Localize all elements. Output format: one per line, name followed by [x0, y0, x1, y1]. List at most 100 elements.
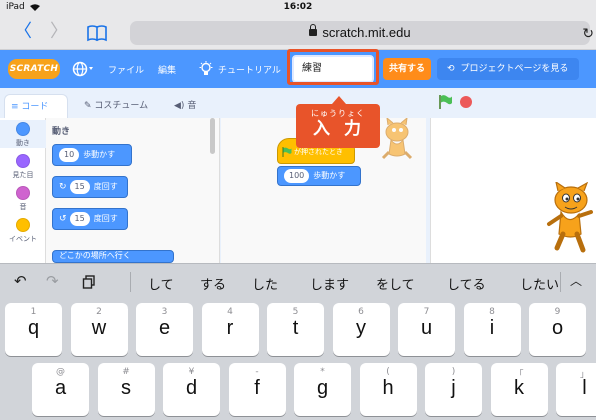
key-hint: (	[386, 367, 390, 377]
refresh-arrows-icon: ⟲	[447, 64, 455, 74]
see-project-page-button[interactable]: ⟲ プロジェクトページを見る	[437, 58, 579, 80]
key-hint: ¥	[188, 367, 195, 377]
sprite-thumbnail-icon	[381, 118, 413, 160]
key-char: k	[514, 377, 524, 399]
turn-left-block[interactable]: ↺ 15 度回す	[52, 208, 128, 230]
address-bar[interactable]: scratch.mit.edu ↻	[130, 21, 594, 45]
block-value[interactable]: 15	[69, 211, 90, 226]
block-text: 歩動かす	[313, 171, 346, 180]
suggestion-item[interactable]: をして	[376, 274, 415, 293]
globe-icon[interactable]	[72, 61, 96, 77]
edit-menu[interactable]: 編集	[158, 63, 176, 76]
suggestion-item[interactable]: します	[310, 274, 349, 293]
green-flag-icon[interactable]	[438, 94, 454, 110]
tab-sounds[interactable]: ◀) 音	[168, 94, 208, 118]
key-a[interactable]: @ a	[32, 363, 89, 416]
key-t[interactable]: 5t	[267, 303, 324, 356]
category-dot	[16, 154, 30, 168]
suggestion-item[interactable]: した	[252, 274, 278, 293]
palette-scrollbar[interactable]	[210, 118, 215, 154]
block-text: 度回す	[93, 214, 118, 223]
suggestion-item[interactable]: する	[200, 274, 226, 293]
block-value[interactable]: 100	[284, 168, 310, 183]
key-char: y	[356, 317, 366, 339]
key-o[interactable]: 9o	[529, 303, 586, 356]
tab-code[interactable]: ≡ コード	[4, 94, 68, 118]
status-bar: iPad 16:02	[0, 0, 596, 16]
category-sound[interactable]: 音	[0, 186, 46, 212]
paintbrush-icon: ✎	[84, 101, 92, 111]
stop-icon[interactable]	[460, 96, 472, 108]
key-i[interactable]: 8i	[463, 303, 521, 356]
category-looks[interactable]: 見た目	[0, 154, 46, 180]
key-l[interactable]: 」 l	[556, 363, 596, 416]
key-char: t	[292, 317, 299, 339]
key-q[interactable]: 1q	[5, 303, 62, 356]
scratch-logo[interactable]: SCRATCH	[8, 59, 60, 79]
block-value[interactable]: 10	[59, 147, 80, 162]
turn-right-icon: ↻	[59, 182, 67, 192]
share-button[interactable]: 共有する	[383, 58, 431, 80]
key-h[interactable]: (h	[359, 363, 417, 416]
category-label: イベント	[9, 235, 37, 243]
suggestion-item[interactable]: してる	[447, 274, 486, 293]
key-hint: 7	[423, 307, 430, 317]
key-s[interactable]: # s	[97, 363, 155, 416]
key-hint: *	[320, 367, 325, 377]
key-f[interactable]: -f	[228, 363, 286, 416]
key-hint: #	[122, 367, 130, 377]
file-menu[interactable]: ファイル	[108, 63, 144, 76]
key-hint: 6	[358, 307, 364, 317]
key-e[interactable]: 3e	[136, 303, 193, 356]
key-g[interactable]: * g	[294, 363, 351, 416]
bookmarks-icon[interactable]	[86, 24, 108, 42]
category-motion[interactable]: 動き	[0, 120, 46, 148]
keyboard: 1q2w3e4r5t6y7u8i9o @ a # s ¥ d - f * g(h) j 「k」 l	[0, 299, 596, 420]
reload-icon[interactable]: ↻	[582, 21, 594, 45]
cat-sprite[interactable]	[543, 182, 593, 254]
block-text: どこかの場所へ行く	[59, 251, 131, 260]
suggestion-item[interactable]: して	[148, 274, 174, 293]
stage[interactable]	[430, 118, 596, 263]
key-d[interactable]: ¥ d	[163, 363, 220, 416]
block-text: 度回す	[93, 182, 118, 191]
tutorials-menu[interactable]: チュートリアル	[218, 63, 281, 76]
key-r[interactable]: 4r	[201, 303, 259, 356]
palette-heading: 動き	[52, 127, 71, 137]
block-value[interactable]: 15	[69, 179, 90, 194]
key-hint: 3	[161, 307, 168, 317]
key-char: d	[185, 377, 198, 399]
forward-button[interactable]: 〉	[50, 23, 68, 41]
highlight-frame	[287, 49, 379, 85]
key-w[interactable]: 2w	[70, 303, 128, 356]
paste-icon[interactable]	[82, 275, 96, 289]
chevron-up-icon[interactable]: ︿	[570, 273, 582, 289]
key-char: u	[420, 317, 433, 339]
key-hint: )	[451, 367, 456, 377]
move-steps-block[interactable]: 100 歩動かす	[277, 166, 361, 186]
category-events[interactable]: イベント	[0, 218, 46, 244]
goto-block[interactable]: どこかの場所へ行く	[52, 250, 174, 263]
undo-icon[interactable]: ↶	[14, 273, 27, 289]
redo-icon[interactable]: ↷	[46, 273, 59, 289]
key-char: o	[551, 317, 564, 339]
callout-ruby: にゅうりょく	[311, 109, 365, 118]
key-hint: 5	[292, 307, 299, 317]
key-j[interactable]: ) j	[425, 363, 482, 416]
key-hint: 9	[554, 307, 561, 317]
key-k[interactable]: 「k	[490, 363, 548, 416]
key-char: g	[316, 377, 329, 399]
tab-costumes[interactable]: ✎ コスチューム	[78, 94, 164, 118]
key-u[interactable]: 7u	[398, 303, 455, 356]
tab-sounds-label: 音	[187, 101, 197, 111]
callout-text: 入力	[313, 119, 375, 139]
back-button[interactable]: 〈	[14, 23, 32, 41]
hat-text: が押されたとき	[294, 148, 343, 156]
block-palette: 動き 10 歩動かす ↻ 15 度回す ↺ 15 度回す どこかの場所へ行く	[46, 118, 220, 263]
keyboard-suggestion-bar: ↶ ↷ して する した します をして してる したい ︿	[0, 263, 596, 299]
turn-right-block[interactable]: ↻ 15 度回す	[52, 176, 128, 198]
key-y[interactable]: 6y	[332, 303, 390, 356]
move-steps-block[interactable]: 10 歩動かす	[52, 144, 132, 166]
suggestion-item[interactable]: したい	[520, 274, 558, 293]
turn-left-icon: ↺	[59, 214, 67, 224]
